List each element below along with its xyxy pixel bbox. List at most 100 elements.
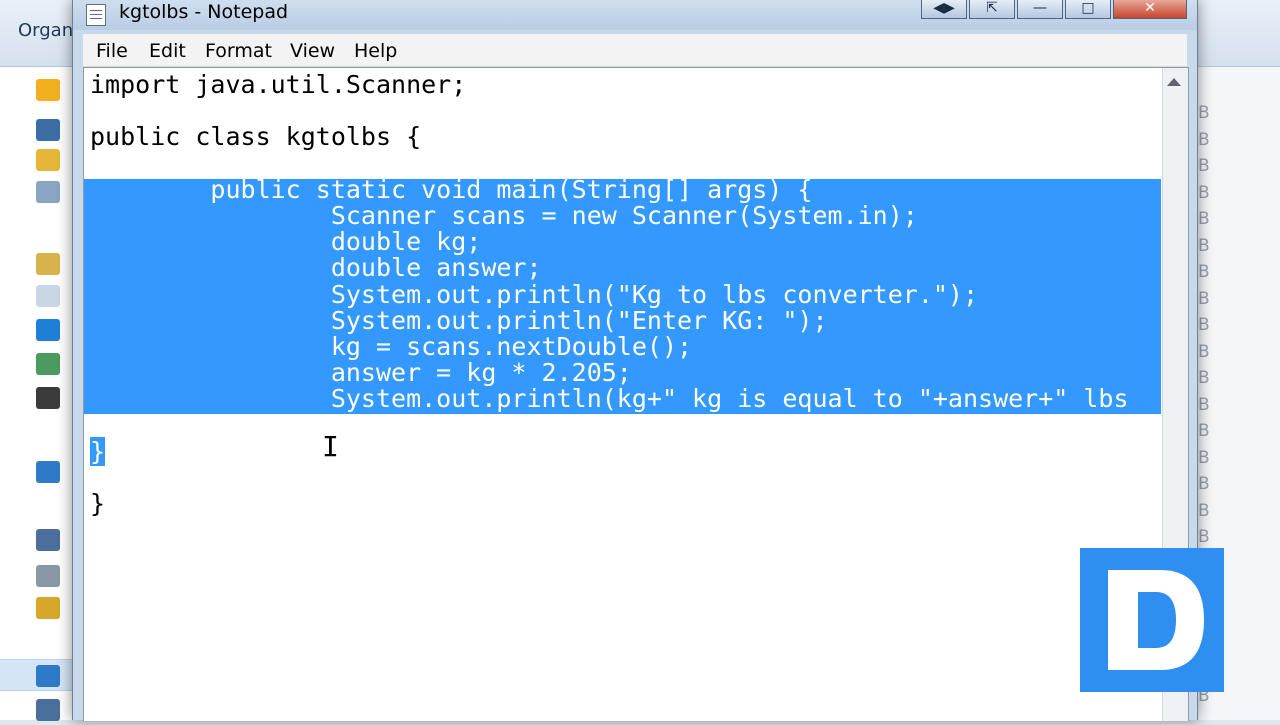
code-line[interactable]: kg = scans.nextDouble(); — [90, 331, 1129, 361]
code-line[interactable] — [90, 151, 1129, 177]
nav-item[interactable] — [18, 147, 78, 175]
text-editor[interactable]: import java.util.Scanner; public class kg… — [83, 67, 1189, 721]
nav-item[interactable] — [18, 317, 78, 345]
minimize-button[interactable]: — — [1017, 0, 1063, 19]
code-line-text: answer = kg * 2.205; — [90, 358, 632, 388]
navigation-pane: Fa Li H C N — [0, 67, 93, 721]
menu-bar: File Edit Format View Help — [83, 34, 1187, 67]
d-logo-icon — [1080, 548, 1224, 692]
nav-item[interactable] — [18, 563, 78, 591]
code-line[interactable]: } — [90, 489, 1129, 518]
file-size-cell: B — [1198, 182, 1210, 203]
computer-icon — [36, 529, 60, 551]
file-size-cell: B — [1198, 368, 1210, 388]
code-line-text: Scanner scans = new Scanner(System.in); — [90, 200, 918, 230]
code-line-text: } — [90, 436, 106, 466]
code-line[interactable]: answer = kg * 2.205; — [90, 358, 1129, 388]
network-icon — [36, 665, 60, 687]
code-line-text: kg = scans.nextDouble(); — [90, 331, 693, 361]
nav-item[interactable] — [18, 179, 78, 207]
close-icon: ✕ — [1144, 0, 1156, 16]
code-line[interactable]: } — [90, 436, 1129, 466]
code-line[interactable]: public static void main(String[] args) { — [90, 174, 1129, 204]
code-line-text: System.out.println("Kg to lbs converter.… — [90, 279, 979, 309]
code-line[interactable] — [90, 465, 1129, 491]
menu-help[interactable]: Help — [354, 40, 397, 62]
code-line-text: System.out.println(kg+" kg is equal to "… — [90, 384, 1129, 414]
nav-item[interactable]: Li — [18, 251, 88, 279]
menu-format[interactable]: Format — [205, 40, 272, 62]
menu-view[interactable]: View — [290, 40, 335, 62]
file-size-cell: B — [1198, 500, 1210, 521]
file-size-cell: B — [1198, 341, 1210, 362]
nav-item[interactable]: C — [18, 527, 85, 555]
code-line-text: import java.util.Scanner; — [90, 70, 467, 99]
code-line-text: double answer; — [90, 253, 542, 283]
nav-item[interactable] — [18, 351, 78, 379]
code-line[interactable]: Scanner scans = new Scanner(System.in); — [90, 200, 1129, 230]
export-icon: ⇱ — [986, 0, 998, 16]
code-line[interactable]: System.out.println("Kg to lbs converter.… — [90, 279, 1129, 309]
nav-item[interactable] — [18, 283, 78, 311]
file-size-cell: B — [1198, 394, 1210, 415]
nav-item[interactable] — [18, 117, 78, 145]
code-line[interactable]: System.out.println("Enter KG: "); — [90, 305, 1129, 335]
file-size-cell: B — [1198, 129, 1210, 150]
desktop-icon — [36, 119, 60, 141]
code-line[interactable]: double answer; — [90, 255, 1129, 281]
downloads-icon — [36, 149, 60, 171]
music-icon — [36, 319, 60, 341]
nav-item[interactable] — [18, 697, 78, 725]
code-line[interactable]: import java.util.Scanner; — [90, 70, 1129, 99]
file-size-cell: B — [1198, 209, 1210, 229]
nav-item[interactable]: Fa — [18, 77, 93, 105]
code-line[interactable] — [90, 412, 1129, 438]
back-button[interactable]: ◀▶ — [921, 0, 967, 19]
nav-item[interactable] — [18, 385, 78, 413]
file-size-cell: B — [1198, 156, 1210, 176]
notepad-window: kgtolbs - Notepad ◀▶ ⇱ — □ ✕ File Edit F… — [72, 0, 1198, 721]
code-line[interactable]: double kg; — [90, 229, 1129, 255]
file-size-cell: B — [1198, 474, 1210, 494]
text-cursor-icon: I — [322, 430, 339, 463]
pictures-icon — [36, 353, 60, 375]
code-line[interactable]: System.out.println(kg+" kg is equal to "… — [90, 386, 1129, 412]
code-text[interactable]: import java.util.Scanner; public class kg… — [90, 70, 1129, 518]
code-line-text: } — [90, 489, 106, 518]
close-button[interactable]: ✕ — [1113, 0, 1187, 19]
code-line[interactable] — [90, 98, 1129, 124]
file-size-cell: B — [1198, 103, 1210, 123]
title-bar[interactable]: kgtolbs - Notepad ◀▶ ⇱ — □ ✕ — [73, 0, 1197, 30]
code-line-text: public class kgtolbs { — [90, 122, 422, 152]
code-line-text: double kg; — [90, 227, 482, 257]
drive-icon — [36, 565, 60, 587]
maximize-button[interactable]: □ — [1065, 0, 1111, 19]
code-line-text: System.out.println("Enter KG: "); — [90, 305, 828, 335]
recent-places-icon — [36, 181, 60, 203]
maximize-icon: □ — [1081, 0, 1095, 16]
homegroup-icon — [36, 461, 60, 483]
file-size-cell: B — [1198, 262, 1210, 282]
export-button[interactable]: ⇱ — [969, 0, 1015, 19]
minimize-icon: — — [1033, 0, 1047, 16]
nav-item[interactable]: H — [18, 459, 86, 487]
window-title: kgtolbs - Notepad — [119, 1, 289, 23]
file-size-cell: B — [1198, 421, 1210, 441]
d-logo-graphic — [1108, 570, 1204, 670]
file-size-cell: B — [1198, 288, 1210, 309]
nav-item[interactable] — [18, 595, 78, 623]
notepad-icon[interactable] — [86, 4, 106, 26]
star-icon — [36, 79, 60, 101]
code-line-text: public static void main(String[] args) { — [90, 174, 813, 204]
file-size-cell: B — [1198, 235, 1210, 256]
code-line[interactable]: public class kgtolbs { — [90, 124, 1129, 150]
network-device-icon — [36, 699, 60, 721]
nav-item[interactable]: N — [18, 663, 86, 691]
file-size-cell: B — [1198, 527, 1210, 547]
menu-edit[interactable]: Edit — [149, 40, 186, 62]
organize-button[interactable]: Organ — [18, 20, 73, 41]
scroll-up-icon[interactable] — [1167, 78, 1181, 86]
system-drive-icon — [36, 597, 60, 619]
menu-file[interactable]: File — [96, 40, 128, 62]
file-size-cell: B — [1198, 447, 1210, 468]
